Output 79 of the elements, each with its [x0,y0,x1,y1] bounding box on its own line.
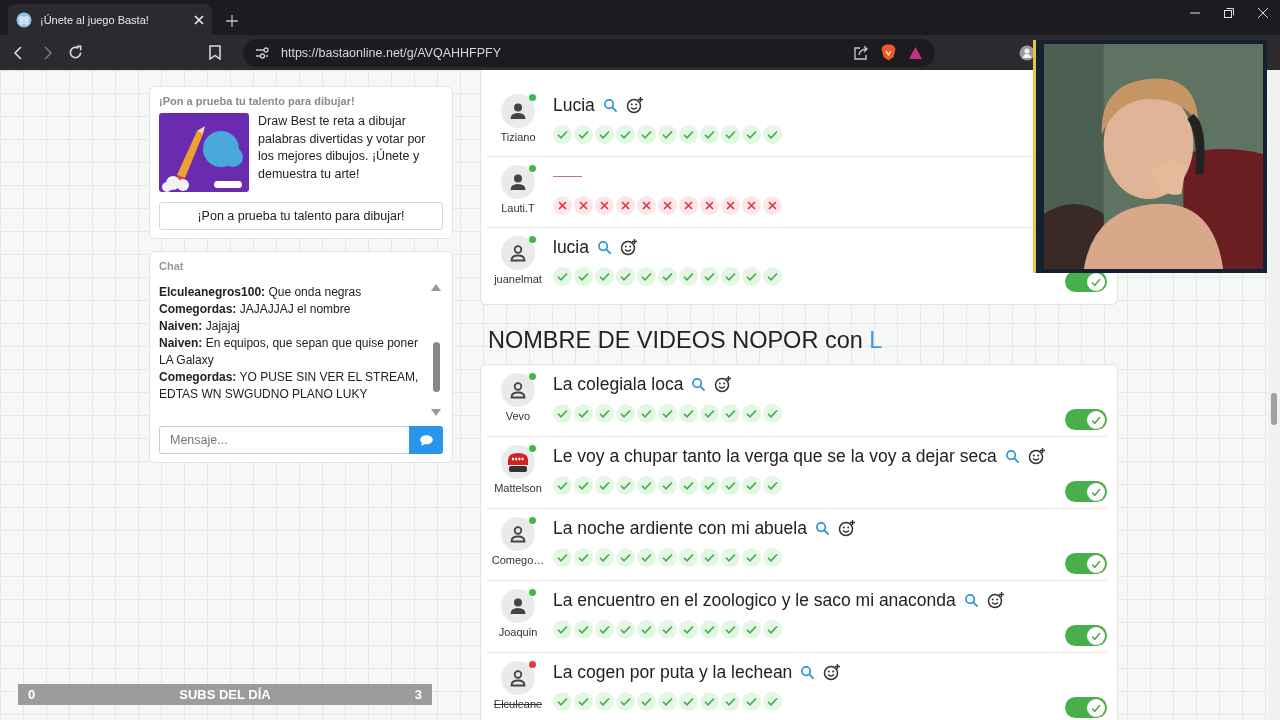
player-name: juanelmat [494,273,542,285]
add-reaction-icon[interactable] [823,663,842,681]
player-name: Comego… [491,554,545,566]
chat-message: Naiven: En equipos, que sepan que quise poner LA Galaxy [159,335,419,369]
message-field[interactable]: Mensaje... [159,426,409,454]
toggle-switch[interactable] [1065,553,1107,574]
search-icon[interactable] [800,664,816,680]
add-reaction-icon[interactable] [714,375,733,393]
player-name: Lauti.T [501,202,535,214]
person-outline-icon [509,244,527,262]
add-reaction-icon[interactable] [1027,447,1046,465]
search-icon[interactable] [691,376,707,392]
tab-title: ¡Únete al juego Basta! [40,13,150,26]
add-reaction-icon[interactable] [625,96,644,114]
chat-message: Comegordas: JAJAJJAJ el nombre [159,301,352,318]
reload-icon[interactable] [68,45,83,60]
promo-text: Draw Best te reta a dibujar palabras divertidas y votar por los mejores dibujos. ¡Únete y demuestra tu arte! [258,113,427,183]
promo-heading: ¡Pon a prueba tu talento para dibujar! [159,95,356,107]
scroll-up-icon[interactable] [431,284,441,291]
chat-heading: Chat [159,260,185,272]
answer-text: La colegiala loca [553,373,684,395]
browser-tab[interactable]: ¡Únete al juego Basta! [8,4,212,35]
search-icon[interactable] [963,592,979,608]
toggle-switch[interactable] [1065,625,1107,646]
person-icon [509,102,527,120]
person-icon [509,173,527,191]
search-icon[interactable] [814,520,830,536]
stop-button-icon [506,451,530,473]
answer-text: La encuentro en el zoologico y le saco mi anaconda [553,589,956,611]
search-icon[interactable] [602,97,618,113]
address-bar[interactable]: https://bastaonline.net/g/AVQAHHFPFY [243,38,935,67]
subs-count: 0 [28,687,36,702]
person-icon [509,597,527,615]
scrollbar-thumb[interactable] [432,342,440,392]
share-icon[interactable] [854,45,869,60]
answer-text: Lucia [553,94,595,116]
person-outline-icon [509,381,527,399]
subs-goal: 3 [414,687,422,702]
send-button[interactable] [409,426,443,454]
player-name: Vevo [505,410,531,422]
chat-message: Comegordas: YO PUSE SIN VER EL STREAM, EDTAS WN SWGUDNO PLANO LUKY [159,369,420,403]
add-reaction-icon[interactable] [986,591,1005,609]
toggle-switch[interactable] [1065,481,1107,502]
toggle-switch[interactable] [1065,271,1107,292]
answer-text: La cogen por puta y la lechean [553,661,793,683]
site-settings-icon[interactable] [255,46,269,59]
chat-message: Elculeanegros100: Que onda negras [159,284,363,301]
toggle-switch[interactable] [1065,409,1107,430]
person-outline-icon [509,525,527,543]
person-outline-icon [509,669,527,687]
category-title: NOMBRE DE VIDEOS NOPOR con L [488,327,884,354]
toggle-switch[interactable] [1065,697,1107,718]
search-icon[interactable] [597,239,612,255]
player-name: Tiziano [500,131,536,143]
empty-answer-line [553,175,582,177]
answer-text: Le voy a chupar tanto la verga que se la voy a dejar seca [553,445,997,467]
profile-icon[interactable] [1019,44,1035,61]
promo-button[interactable]: ¡Pon a prueba tu talento para dibujar! [159,202,443,230]
chat-bubble-icon [419,434,433,446]
maximize-icon[interactable] [1224,8,1234,18]
chat-message: Naiven: Jajajaj [159,318,241,335]
player-name: Elculeane [493,698,543,710]
close-icon[interactable] [1258,8,1268,18]
site-logo-icon [16,11,32,28]
triangle-icon[interactable] [908,45,923,60]
add-reaction-icon[interactable] [620,238,638,256]
url-text: https://bastaonline.net/g/AVQAHHFPFY [281,45,502,60]
scroll-down-icon[interactable] [431,409,441,416]
answer-text: La noche ardiente con mi abuela [553,517,807,539]
answer-text: lucia [553,236,589,258]
close-icon[interactable] [194,14,204,25]
lion-shield-icon[interactable] [881,44,896,61]
add-reaction-icon[interactable] [837,519,856,537]
subs-label: SUBS DEL DÍA [179,687,271,702]
bookmark-icon[interactable] [209,45,221,60]
player-name: Mattelson [494,482,542,494]
new-tab-icon[interactable] [226,15,238,27]
search-icon[interactable] [1004,448,1020,464]
player-name: Joaquin [498,626,538,638]
